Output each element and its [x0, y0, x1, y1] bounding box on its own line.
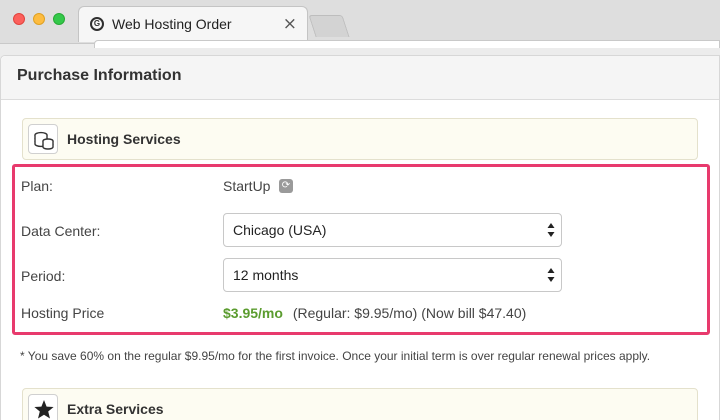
extra-services-header: Extra Services	[22, 388, 698, 420]
address-bar[interactable]	[94, 40, 720, 48]
tab-close-icon[interactable]: ×	[283, 14, 297, 34]
refresh-icon[interactable]: ⟳	[279, 179, 293, 193]
period-label: Period:	[21, 268, 66, 284]
zoom-window-button[interactable]	[53, 13, 65, 25]
hosting-price-regular: (Regular: $9.95/mo)	[292, 305, 418, 321]
period-select[interactable]: 12 months	[223, 258, 562, 292]
plan-label: Plan:	[21, 178, 53, 194]
close-window-button[interactable]	[13, 13, 25, 25]
star-icon	[28, 394, 58, 420]
database-stack-icon	[28, 124, 58, 154]
savings-note: * You save 60% on the regular $9.95/mo f…	[20, 349, 651, 363]
browser-chrome: G Web Hosting Order ×	[0, 0, 720, 48]
hosting-services-header: Hosting Services	[22, 118, 698, 160]
page-title: Purchase Information	[17, 67, 182, 84]
hosting-price-bill: (Now bill $47.40)	[421, 305, 527, 321]
tab-title: Web Hosting Order	[112, 16, 232, 32]
hosting-price-label: Hosting Price	[21, 305, 105, 321]
hosting-services-title: Hosting Services	[67, 131, 181, 147]
hosting-price-value: $3.95/mo	[223, 305, 283, 321]
extra-services-title: Extra Services	[67, 401, 164, 417]
hosting-price: $3.95/mo (Regular: $9.95/mo) (Now bill $…	[223, 305, 526, 321]
datacenter-select[interactable]: Chicago (USA)	[223, 213, 562, 247]
plan-value: StartUp	[223, 178, 271, 194]
favicon-icon: G	[90, 17, 104, 31]
datacenter-selected-value: Chicago (USA)	[233, 222, 327, 238]
new-tab-button[interactable]	[308, 15, 350, 37]
updown-arrows-icon	[547, 268, 555, 282]
datacenter-label: Data Center:	[21, 223, 101, 239]
period-selected-value: 12 months	[233, 267, 299, 283]
updown-arrows-icon	[547, 223, 555, 237]
minimize-window-button[interactable]	[33, 13, 45, 25]
browser-tab-active[interactable]: G Web Hosting Order ×	[78, 6, 308, 42]
